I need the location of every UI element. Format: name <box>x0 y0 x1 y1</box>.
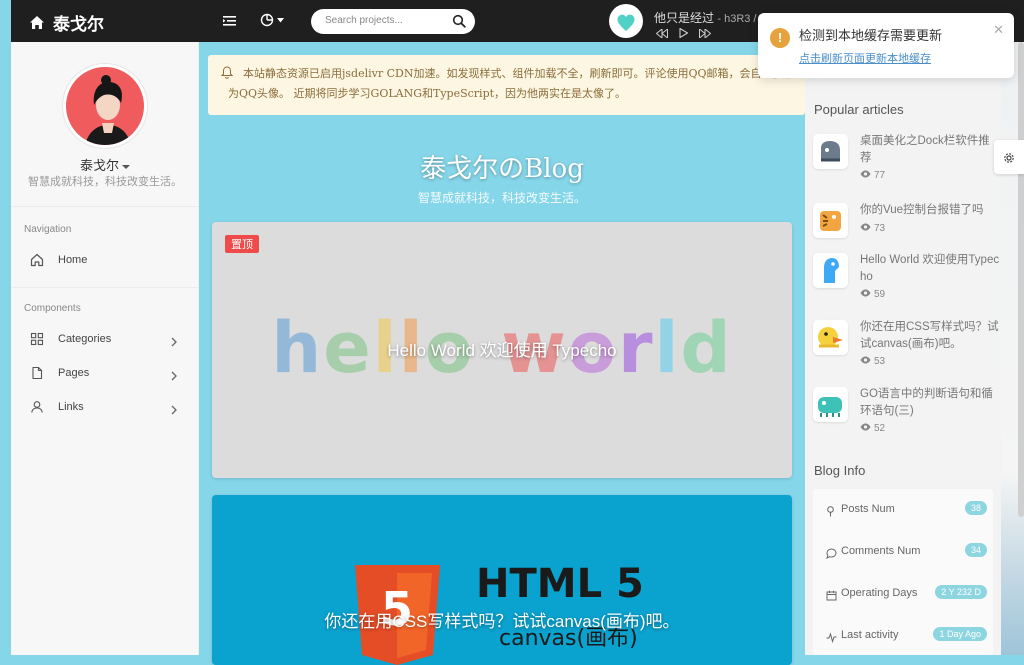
avatar[interactable] <box>63 64 147 148</box>
divider <box>11 287 199 288</box>
blog-title: 泰戈尔のBlog <box>420 154 584 184</box>
sidebar-item-categories[interactable]: Categories <box>11 325 199 355</box>
user-name: 泰戈尔 <box>79 159 119 174</box>
post-title[interactable]: Hello World 欢迎使用 Typecho <box>212 336 792 361</box>
cover-heading: HTML 5 <box>476 561 644 607</box>
post-card[interactable]: hello world 置顶 Hello World 欢迎使用 Typecho <box>212 222 792 478</box>
count-badge: 2 Y 232 D <box>935 585 987 599</box>
pinned-badge: 置顶 <box>225 235 259 253</box>
play-icon[interactable] <box>679 25 689 43</box>
post-title[interactable]: 你还在用CSS写样式吗？试试canvas(画布)吧。 <box>212 607 792 632</box>
user-name-dropdown[interactable]: 泰戈尔 <box>11 155 199 174</box>
article-thumbnail <box>813 203 848 238</box>
close-icon[interactable]: ✕ <box>993 22 1004 38</box>
menu-toggle-icon[interactable] <box>223 14 237 32</box>
sidebar-item-label: Pages <box>58 367 90 379</box>
info-row-comments: Comments Num 34 <box>813 536 993 566</box>
refresh-link[interactable]: 点击刷新页面更新本地缓存 <box>799 50 931 66</box>
settings-toggle[interactable] <box>994 140 1024 174</box>
left-sidebar: 泰戈尔 智慧成就科技，科技改变生活。 Navigation Home Compo… <box>11 42 199 655</box>
post-cover-image: 5 HTML 5 canvas(画布) <box>355 561 644 665</box>
notification-title: 检测到本地缓存需要更新 <box>799 29 943 44</box>
chevron-right-icon <box>171 402 177 420</box>
sidebar-item-pages[interactable]: Pages <box>11 359 199 389</box>
now-playing: 他只是经过 - h3R3 / <box>654 9 757 26</box>
article-title[interactable]: 桌面美化之Dock栏软件推荐 <box>860 133 1000 167</box>
search-input[interactable] <box>323 14 447 27</box>
gear-icon <box>1003 151 1015 169</box>
divider <box>11 206 199 207</box>
right-sidebar: Popular articles 桌面美化之Dock栏软件推荐 77 你的Vue… <box>805 42 1001 655</box>
view-count: 52 <box>860 423 885 434</box>
search-box[interactable] <box>311 9 475 34</box>
user-motto: 智慧成就科技，科技改变生活。 <box>28 176 182 188</box>
player-controls <box>655 25 712 43</box>
count-badge: 38 <box>964 501 987 515</box>
previous-track-icon[interactable] <box>655 25 668 43</box>
post-card[interactable]: 5 HTML 5 canvas(画布) 你还在用CSS写样式吗？试试canvas… <box>212 495 792 665</box>
eye-icon <box>860 356 871 367</box>
sidebar-item-label: Categories <box>58 333 112 345</box>
article-thumbnail <box>813 320 848 355</box>
blog-info-panel: Posts Num 38 Comments Num 34 Operating D… <box>813 489 993 655</box>
article-thumbnail <box>813 253 848 288</box>
article-thumbnail <box>813 387 848 422</box>
music-cover-image[interactable] <box>609 4 643 38</box>
activity-icon <box>826 630 837 648</box>
scrollbar[interactable] <box>1018 42 1024 517</box>
article-title[interactable]: GO语言中的判断语句和循环语句(三) <box>860 386 1000 420</box>
notice-text: 本站静态资源已启用jsdelivr CDN加速。如发现样式、组件加载不全，刷新即… <box>228 67 795 100</box>
search-icon[interactable] <box>452 14 466 33</box>
eye-icon <box>860 223 871 234</box>
site-notice: 本站静态资源已启用jsdelivr CDN加速。如发现样式、组件加载不全，刷新即… <box>208 55 805 115</box>
view-count: 53 <box>860 356 885 367</box>
brand[interactable]: 泰戈尔 <box>29 10 104 35</box>
pin-icon <box>826 504 835 522</box>
caret-down-icon <box>122 164 130 169</box>
sidebar-item-links[interactable]: Links <box>11 393 199 423</box>
count-badge: 1 Day Ago <box>933 627 987 641</box>
info-row-last-activity: Last activity 1 Day Ago <box>813 620 993 650</box>
view-count: 73 <box>860 223 885 234</box>
calendar-icon <box>826 588 837 606</box>
article-title[interactable]: 你的Vue控制台报错了吗 <box>860 202 1000 219</box>
sidebar-item-label: Home <box>58 254 88 266</box>
blog-info-heading: Blog Info <box>814 463 866 478</box>
info-row-posts: Posts Num 38 <box>813 494 993 524</box>
pie-chart-dropdown-icon[interactable] <box>260 13 284 27</box>
next-track-icon[interactable] <box>699 25 712 43</box>
eye-icon <box>860 170 871 181</box>
home-icon <box>30 15 44 29</box>
grid-icon <box>30 332 44 351</box>
update-notification: ! 检测到本地缓存需要更新 点击刷新页面更新本地缓存 ✕ <box>758 13 1014 78</box>
song-artist: - h3R3 / <box>717 13 757 25</box>
user-icon <box>30 400 44 419</box>
sidebar-item-home[interactable]: Home <box>11 246 199 276</box>
eye-icon <box>860 423 871 434</box>
comment-icon <box>826 546 837 564</box>
warning-icon: ! <box>770 28 790 48</box>
article-title[interactable]: 你还在用CSS写样式吗？试试canvas(画布)吧。 <box>860 319 1000 353</box>
article-thumbnail <box>813 134 848 169</box>
home-icon <box>30 253 44 272</box>
count-badge: 34 <box>964 543 987 557</box>
components-heading: Components <box>24 303 81 314</box>
song-title: 他只是经过 <box>654 11 715 25</box>
blog-subtitle: 智慧成就科技，科技改变生活。 <box>417 191 586 205</box>
nav-heading: Navigation <box>24 224 72 235</box>
view-count: 59 <box>860 289 885 300</box>
brand-title: 泰戈尔 <box>53 15 104 35</box>
chevron-right-icon <box>171 334 177 352</box>
info-row-operating-days: Operating Days 2 Y 232 D <box>813 578 993 608</box>
eye-icon <box>860 289 871 300</box>
chevron-right-icon <box>171 368 177 386</box>
file-icon <box>30 366 44 385</box>
article-title[interactable]: Hello World 欢迎使用Typecho <box>860 252 1000 286</box>
sidebar-item-label: Links <box>58 401 84 413</box>
view-count: 77 <box>860 170 885 181</box>
popular-articles-heading: Popular articles <box>814 102 904 117</box>
